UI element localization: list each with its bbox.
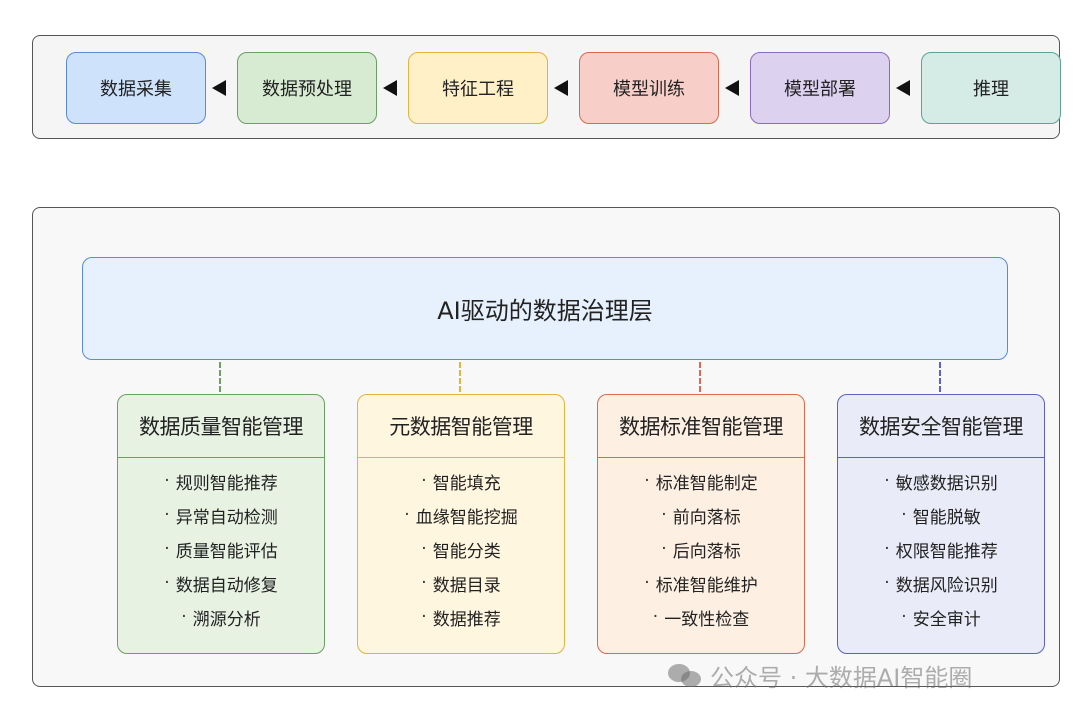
- module-feature-text: 安全审计: [912, 609, 981, 630]
- module-feature-text: 数据风险识别: [895, 575, 998, 596]
- governance-layer-title: AI驱动的数据治理层: [437, 297, 653, 325]
- bullet-dot: ·: [404, 505, 410, 525]
- module-feature-item: · 数据推荐: [358, 600, 564, 634]
- bullet-dot: ·: [421, 573, 427, 593]
- module-feature-item: · 一致性检查: [598, 600, 804, 634]
- module-title: 数据安全智能管理: [838, 395, 1044, 458]
- module-feature-text: 后向落标: [672, 541, 741, 562]
- bullet-dot: ·: [884, 471, 890, 491]
- module-feature-text: 数据推荐: [432, 609, 501, 630]
- module-feature-item: · 标准智能维护: [598, 566, 804, 600]
- module-feature-item: · 溯源分析: [118, 600, 324, 634]
- bullet-dot: ·: [661, 505, 667, 525]
- module-feature-item: · 权限智能推荐: [838, 532, 1044, 566]
- module-feature-text: 敏感数据识别: [895, 473, 998, 494]
- bullet-dot: ·: [164, 573, 170, 593]
- module-feature-text: 规则智能推荐: [175, 473, 278, 494]
- governance-module-card: 数据标准智能管理 · 标准智能制定 · 前向落标 · 后向落标 · 标准智能维护 · 一致性检查: [597, 394, 805, 654]
- pipeline-stage: 模型部署: [750, 52, 890, 124]
- module-feature-text: 数据目录: [432, 575, 501, 596]
- bullet-dot: ·: [421, 539, 427, 559]
- module-feature-item: · 智能填充: [358, 464, 564, 498]
- bullet-dot: ·: [164, 539, 170, 559]
- module-feature-item: · 智能分类: [358, 532, 564, 566]
- pipeline-stage-label: 数据预处理: [262, 79, 352, 100]
- module-feature-list: · 敏感数据识别 · 智能脱敏 · 权限智能推荐 · 数据风险识别 · 安全审计: [838, 458, 1044, 634]
- module-feature-item: · 血缘智能挖掘: [358, 498, 564, 532]
- pipeline-stage-label: 模型部署: [784, 79, 856, 100]
- module-feature-text: 血缘智能挖掘: [415, 507, 518, 528]
- pipeline-stage: 数据采集: [66, 52, 206, 124]
- governance-module-card: 数据安全智能管理 · 敏感数据识别 · 智能脱敏 · 权限智能推荐 · 数据风险识别 · 安全审计: [837, 394, 1045, 654]
- module-feature-item: · 智能脱敏: [838, 498, 1044, 532]
- pipeline-stage: 数据预处理: [237, 52, 377, 124]
- pipeline-stage-label: 特征工程: [442, 79, 514, 100]
- module-feature-item: · 异常自动检测: [118, 498, 324, 532]
- module-feature-text: 权限智能推荐: [895, 541, 998, 562]
- pipeline-stage-label: 推理: [973, 79, 1009, 100]
- module-feature-item: · 数据自动修复: [118, 566, 324, 600]
- module-feature-text: 溯源分析: [192, 609, 261, 630]
- module-feature-item: · 后向落标: [598, 532, 804, 566]
- bullet-dot: ·: [164, 471, 170, 491]
- pipeline-stage: 模型训练: [579, 52, 719, 124]
- dashed-connector: [939, 362, 941, 392]
- flow-arrow-left: [212, 80, 226, 96]
- flow-arrow-left: [725, 80, 739, 96]
- pipeline-stage-label: 模型训练: [613, 79, 685, 100]
- governance-module-card: 元数据智能管理 · 智能填充 · 血缘智能挖掘 · 智能分类 · 数据目录 · 数据推荐: [357, 394, 565, 654]
- module-feature-text: 智能填充: [432, 473, 501, 494]
- governance-module-card: 数据质量智能管理 · 规则智能推荐 · 异常自动检测 · 质量智能评估 · 数据自动修复 · 溯源分…: [117, 394, 325, 654]
- bullet-dot: ·: [884, 539, 890, 559]
- pipeline-stage: 推理: [921, 52, 1061, 124]
- flow-arrow-left: [896, 80, 910, 96]
- module-feature-text: 异常自动检测: [175, 507, 278, 528]
- bullet-dot: ·: [164, 505, 170, 525]
- bullet-dot: ·: [884, 573, 890, 593]
- wechat-icon: [668, 662, 702, 688]
- flow-arrow-left: [554, 80, 568, 96]
- bullet-dot: ·: [644, 573, 650, 593]
- module-feature-text: 标准智能制定: [655, 473, 758, 494]
- module-feature-item: · 质量智能评估: [118, 532, 324, 566]
- module-title: 数据质量智能管理: [118, 395, 324, 458]
- bullet-dot: ·: [421, 471, 427, 491]
- module-feature-item: · 规则智能推荐: [118, 464, 324, 498]
- module-feature-text: 智能脱敏: [912, 507, 981, 528]
- module-title: 数据标准智能管理: [598, 395, 804, 458]
- module-feature-text: 质量智能评估: [175, 541, 278, 562]
- module-feature-item: · 数据目录: [358, 566, 564, 600]
- governance-layer-header: AI驱动的数据治理层: [82, 257, 1008, 360]
- dashed-connector: [219, 362, 221, 392]
- module-feature-item: · 敏感数据识别: [838, 464, 1044, 498]
- watermark-text: 公众号 · 大数据AI智能圈: [710, 663, 973, 692]
- module-feature-item: · 安全审计: [838, 600, 1044, 634]
- bullet-dot: ·: [644, 471, 650, 491]
- module-feature-text: 标准智能维护: [655, 575, 758, 596]
- module-feature-text: 智能分类: [432, 541, 501, 562]
- module-feature-text: 一致性检查: [664, 609, 750, 630]
- module-feature-list: · 规则智能推荐 · 异常自动检测 · 质量智能评估 · 数据自动修复 · 溯源分析: [118, 458, 324, 634]
- flow-arrow-left: [383, 80, 397, 96]
- dashed-connector: [459, 362, 461, 392]
- module-title: 元数据智能管理: [358, 395, 564, 458]
- module-feature-list: · 智能填充 · 血缘智能挖掘 · 智能分类 · 数据目录 · 数据推荐: [358, 458, 564, 634]
- dashed-connector: [699, 362, 701, 392]
- bullet-dot: ·: [901, 607, 907, 627]
- module-feature-text: 前向落标: [672, 507, 741, 528]
- module-feature-list: · 标准智能制定 · 前向落标 · 后向落标 · 标准智能维护 · 一致性检查: [598, 458, 804, 634]
- pipeline-stage-label: 数据采集: [100, 79, 172, 100]
- module-feature-item: · 前向落标: [598, 498, 804, 532]
- bullet-dot: ·: [652, 607, 659, 627]
- module-feature-item: · 标准智能制定: [598, 464, 804, 498]
- pipeline-panel: 数据采集 数据预处理 特征工程 模型训练 模型部署 推理: [32, 35, 1061, 139]
- module-feature-item: · 数据风险识别: [838, 566, 1044, 600]
- watermark: 公众号 · 大数据AI智能圈: [668, 655, 1038, 695]
- pipeline-stage: 特征工程: [408, 52, 548, 124]
- bullet-dot: ·: [901, 505, 907, 525]
- bullet-dot: ·: [181, 607, 187, 627]
- bullet-dot: ·: [661, 539, 667, 559]
- bullet-dot: ·: [421, 607, 427, 627]
- module-feature-text: 数据自动修复: [175, 575, 278, 596]
